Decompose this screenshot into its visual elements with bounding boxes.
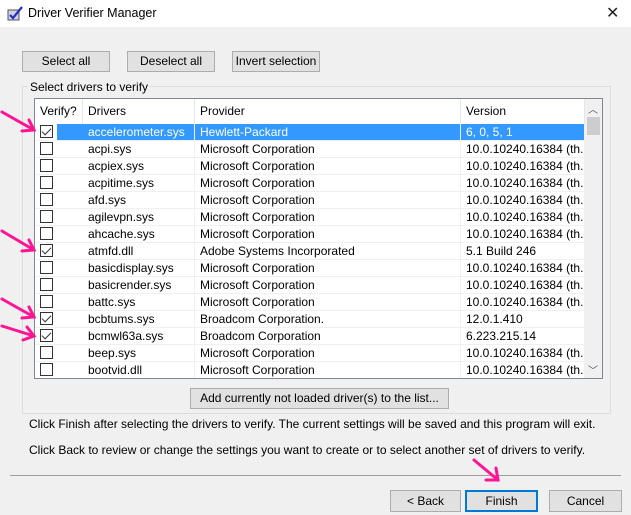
arrow-icon [0,229,37,253]
arrow-icon [0,297,37,320]
annotation-arrows [0,110,500,482]
arrow-icon [0,324,37,342]
arrow-icon [0,110,37,133]
arrow-icon [472,458,500,482]
